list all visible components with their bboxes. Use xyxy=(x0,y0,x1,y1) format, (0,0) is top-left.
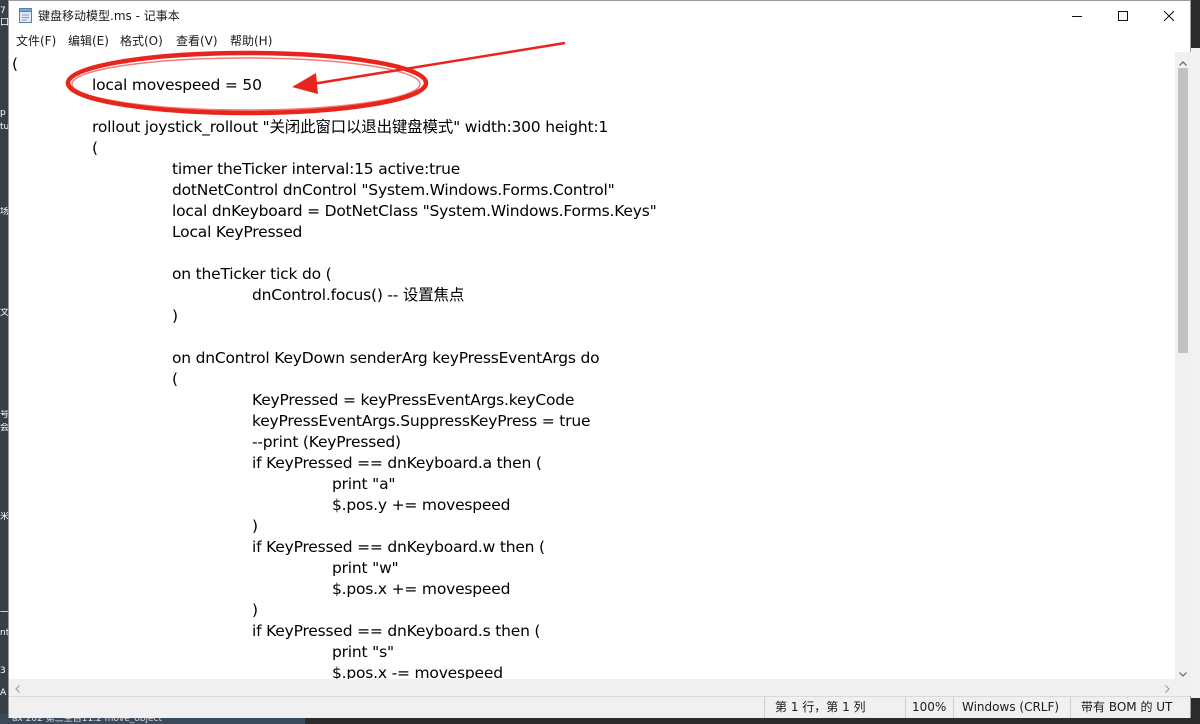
status-cursor-position: 第 1 行，第 1 列 xyxy=(764,697,905,718)
minimize-icon xyxy=(1072,11,1082,21)
chevron-left-icon xyxy=(14,678,20,697)
chevron-right-icon xyxy=(1164,678,1170,697)
menu-help[interactable]: 帮助(H) xyxy=(226,33,276,50)
minimize-button[interactable] xyxy=(1054,1,1100,31)
editor-line: if KeyPressed == dnKeyboard.a then ( xyxy=(252,454,542,472)
close-button[interactable] xyxy=(1146,1,1192,31)
status-zoom: 100% xyxy=(905,697,953,718)
desktop-right-strip xyxy=(1190,48,1200,698)
editor-line: ( xyxy=(92,139,98,157)
scroll-right-button[interactable] xyxy=(1159,679,1175,696)
vertical-scrollbar[interactable] xyxy=(1175,52,1191,679)
editor-line: --print (KeyPressed) xyxy=(252,433,401,451)
editor-line: local movespeed = 50 xyxy=(92,76,262,94)
notepad-window: 键盘移动模型.ms - 记事本 文件(F) 编辑(E) 格式(O) 查看(V) … xyxy=(8,0,1191,718)
scroll-left-button[interactable] xyxy=(9,679,25,696)
editor-line: $.pos.x -= movespeed xyxy=(332,664,503,679)
editor-line: print "s" xyxy=(332,643,394,661)
editor-line: print "a" xyxy=(332,475,396,493)
editor-line: $.pos.y += movespeed xyxy=(332,496,511,514)
close-icon xyxy=(1164,11,1174,21)
editor-line: Local KeyPressed xyxy=(172,223,303,241)
menu-view[interactable]: 查看(V) xyxy=(172,33,222,50)
editor-line: keyPressEventArgs.SuppressKeyPress = tru… xyxy=(252,412,591,430)
vertical-scroll-thumb[interactable] xyxy=(1178,68,1188,353)
editor-line: on theTicker tick do ( xyxy=(172,265,332,283)
editor-line: rollout joystick_rollout "关闭此窗口以退出键盘模式" … xyxy=(92,118,609,136)
editor-line: if KeyPressed == dnKeyboard.w then ( xyxy=(252,538,545,556)
scrollbar-corner xyxy=(1175,679,1191,696)
horizontal-scrollbar[interactable] xyxy=(9,679,1175,696)
maximize-icon xyxy=(1118,11,1128,21)
chevron-up-icon xyxy=(1179,51,1187,70)
window-title: 键盘移动模型.ms - 记事本 xyxy=(38,9,180,23)
editor-line: ) xyxy=(252,601,258,619)
editor-line: dnControl.focus() -- 设置焦点 xyxy=(252,286,465,304)
status-bar: 第 1 行，第 1 列 100% Windows (CRLF) 带有 BOM 的… xyxy=(9,696,1190,718)
status-encoding: 带有 BOM 的 UT xyxy=(1070,697,1190,718)
menu-file[interactable]: 文件(F) xyxy=(12,33,60,50)
editor-line: ( xyxy=(12,55,18,73)
menu-bar: 文件(F) 编辑(E) 格式(O) 查看(V) 帮助(H) xyxy=(9,31,1190,51)
menu-format[interactable]: 格式(O) xyxy=(116,33,167,50)
editor-line: if KeyPressed == dnKeyboard.s then ( xyxy=(252,622,541,640)
maximize-button[interactable] xyxy=(1100,1,1146,31)
text-editor[interactable]: ( local movespeed = 50 rollout joystick_ro… xyxy=(9,52,1175,679)
notepad-icon xyxy=(19,8,32,23)
status-line-ending: Windows (CRLF) xyxy=(953,697,1070,718)
editor-line: on dnControl KeyDown senderArg keyPressE… xyxy=(172,349,600,367)
editor-line: ( xyxy=(172,370,178,388)
scroll-up-button[interactable] xyxy=(1175,52,1191,68)
editor-line: KeyPressed = keyPressEventArgs.keyCode xyxy=(252,391,575,409)
scroll-down-button[interactable] xyxy=(1175,663,1191,679)
menu-edit[interactable]: 编辑(E) xyxy=(64,33,113,50)
editor-line: timer theTicker interval:15 active:true xyxy=(172,160,461,178)
chevron-down-icon xyxy=(1179,662,1187,681)
editor-line: ) xyxy=(172,307,178,325)
editor-line: print "w" xyxy=(332,559,399,577)
editor-line: dotNetControl dnControl "System.Windows.… xyxy=(172,181,615,199)
editor-line: $.pos.x += movespeed xyxy=(332,580,511,598)
title-bar[interactable]: 键盘移动模型.ms - 记事本 xyxy=(9,1,1190,31)
editor-line: ) xyxy=(252,517,258,535)
editor-line: local dnKeyboard = DotNetClass "System.W… xyxy=(172,202,657,220)
